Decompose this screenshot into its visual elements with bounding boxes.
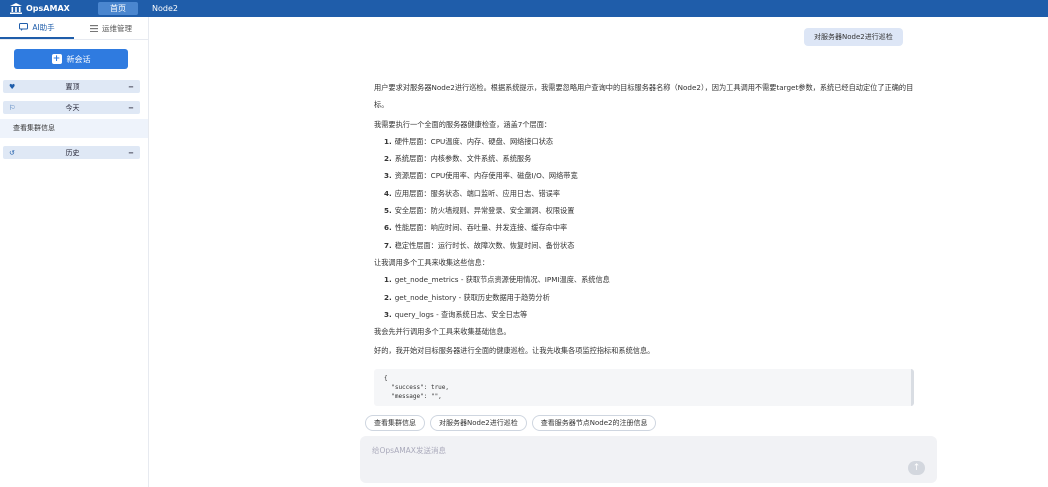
arrow-up-icon: ↑ bbox=[912, 463, 921, 473]
group-history[interactable]: ↺ 历史 − bbox=[3, 146, 140, 159]
reply-tools-intro: 让我调用多个工具来收集这些信息： bbox=[374, 257, 490, 267]
message-input[interactable]: 给OpsAMAX发送消息 ↑ bbox=[360, 436, 937, 483]
sidebar: AI助手 运维管理 + 新会话 ♥ 置顶 − ⚐ 今天 − 查看集群信息 ↺ 历… bbox=[0, 17, 149, 487]
code-line: { bbox=[384, 375, 388, 382]
collapse-icon[interactable]: − bbox=[126, 149, 134, 157]
list-item: 3. query_logs - 查询系统日志、安全日志等 bbox=[384, 309, 528, 319]
flag-icon: ⚐ bbox=[9, 103, 16, 112]
reply-start: 好的，我开始对目标服务器进行全面的健康巡检。让我先收集各项监控指标和系统信息。 bbox=[374, 346, 655, 356]
history-icon: ↺ bbox=[9, 148, 15, 157]
app-logo[interactable]: OpsAMAX bbox=[0, 3, 98, 14]
user-message: 对服务器Node2进行巡检 bbox=[804, 28, 903, 46]
message-input-placeholder: 给OpsAMAX发送消息 bbox=[372, 446, 446, 455]
tools-list: 1. get_node_metrics - 获取节点资源使用情况、IPMI温度、系… bbox=[374, 271, 919, 323]
list-item: 2. get_node_history - 获取历史数据用于趋势分析 bbox=[384, 292, 550, 302]
new-chat-button[interactable]: + 新会话 bbox=[14, 49, 128, 69]
list-item: 2. 系统层面：内核参数、文件系统、系统服务 bbox=[384, 154, 532, 164]
reply-parallel: 我会先并行调用多个工具来收集基础信息。 bbox=[374, 327, 511, 337]
suggestion-chips: 查看集群信息 对服务器Node2进行巡检 查看服务器节点Node2的注册信息 bbox=[365, 415, 657, 431]
tab-node2[interactable]: Node2 bbox=[140, 2, 190, 15]
menu-icon bbox=[90, 24, 98, 32]
list-item: 4. 应用层面：服务状态、端口监听、应用日志、错误率 bbox=[384, 188, 561, 198]
list-item: 7. 稳定性层面：运行时长、故障次数、恢复时间、备份状态 bbox=[384, 240, 575, 250]
code-line: "message": "", bbox=[384, 393, 442, 400]
group-pinned[interactable]: ♥ 置顶 − bbox=[3, 80, 140, 93]
chat-area: 对服务器Node2进行巡检 用户要求对服务器Node2进行巡检。根据系统提示，我… bbox=[149, 17, 1048, 487]
list-item: 1. 硬件层面：CPU温度、内存、硬盘、网络接口状态 bbox=[384, 136, 554, 146]
reply-intro: 用户要求对服务器Node2进行巡检。根据系统提示，我需要忽略用户查询中的目标服务… bbox=[374, 83, 914, 110]
list-item: 3. 资源层面：CPU使用率、内存使用率、磁盘I/O、网络带宽 bbox=[384, 171, 578, 181]
sidebar-tabs: AI助手 运维管理 bbox=[0, 17, 148, 40]
send-button[interactable]: ↑ bbox=[908, 461, 925, 475]
suggestion-chip[interactable]: 对服务器Node2进行巡检 bbox=[430, 415, 527, 431]
tab-ops-management[interactable]: 运维管理 bbox=[74, 17, 148, 39]
building-icon bbox=[10, 3, 22, 14]
group-history-label: 历史 bbox=[65, 148, 80, 157]
collapse-icon[interactable]: − bbox=[126, 83, 134, 91]
plan-list: 1. 硬件层面：CPU温度、内存、硬盘、网络接口状态 2. 系统层面：内核参数、文件… bbox=[374, 133, 919, 254]
group-today[interactable]: ⚐ 今天 − bbox=[3, 101, 140, 114]
tab-ops-management-label: 运维管理 bbox=[102, 23, 132, 33]
app-title: OpsAMAX bbox=[26, 4, 70, 13]
reply-plan-intro: 我需要执行一个全面的服务器健康检查，涵盖7个层面： bbox=[374, 119, 552, 129]
group-pinned-label: 置顶 bbox=[65, 82, 80, 91]
code-block[interactable]: { "success": true, "message": "", bbox=[374, 369, 914, 406]
plus-icon: + bbox=[51, 54, 62, 64]
assistant-reply: 用户要求对服务器Node2进行巡检。根据系统提示，我需要忽略用户查询中的目标服务… bbox=[374, 79, 919, 360]
chat-icon bbox=[19, 23, 29, 31]
list-item: 1. get_node_metrics - 获取节点资源使用情况、IPMI温度、系… bbox=[384, 275, 610, 285]
sidebar-item-cluster-info[interactable]: 查看集群信息 bbox=[0, 119, 148, 138]
heart-icon: ♥ bbox=[9, 82, 16, 91]
tab-ai-assistant-label: AI助手 bbox=[32, 22, 55, 32]
code-line: "success": true, bbox=[384, 384, 450, 391]
list-item: 5. 安全层面：防火墙规则、异常登录、安全漏洞、权限设置 bbox=[384, 206, 575, 216]
tab-ai-assistant[interactable]: AI助手 bbox=[0, 17, 74, 39]
suggestion-chip[interactable]: 查看集群信息 bbox=[365, 415, 425, 431]
suggestion-chip[interactable]: 查看服务器节点Node2的注册信息 bbox=[531, 415, 657, 431]
collapse-icon[interactable]: − bbox=[126, 104, 134, 112]
list-item: 6. 性能层面：响应时间、吞吐量、并发连接、缓存命中率 bbox=[384, 223, 568, 233]
tab-home[interactable]: 首页 bbox=[98, 2, 138, 15]
new-chat-label: 新会话 bbox=[66, 54, 91, 64]
group-today-label: 今天 bbox=[65, 103, 80, 112]
top-bar: OpsAMAX 首页 Node2 bbox=[0, 0, 1048, 17]
